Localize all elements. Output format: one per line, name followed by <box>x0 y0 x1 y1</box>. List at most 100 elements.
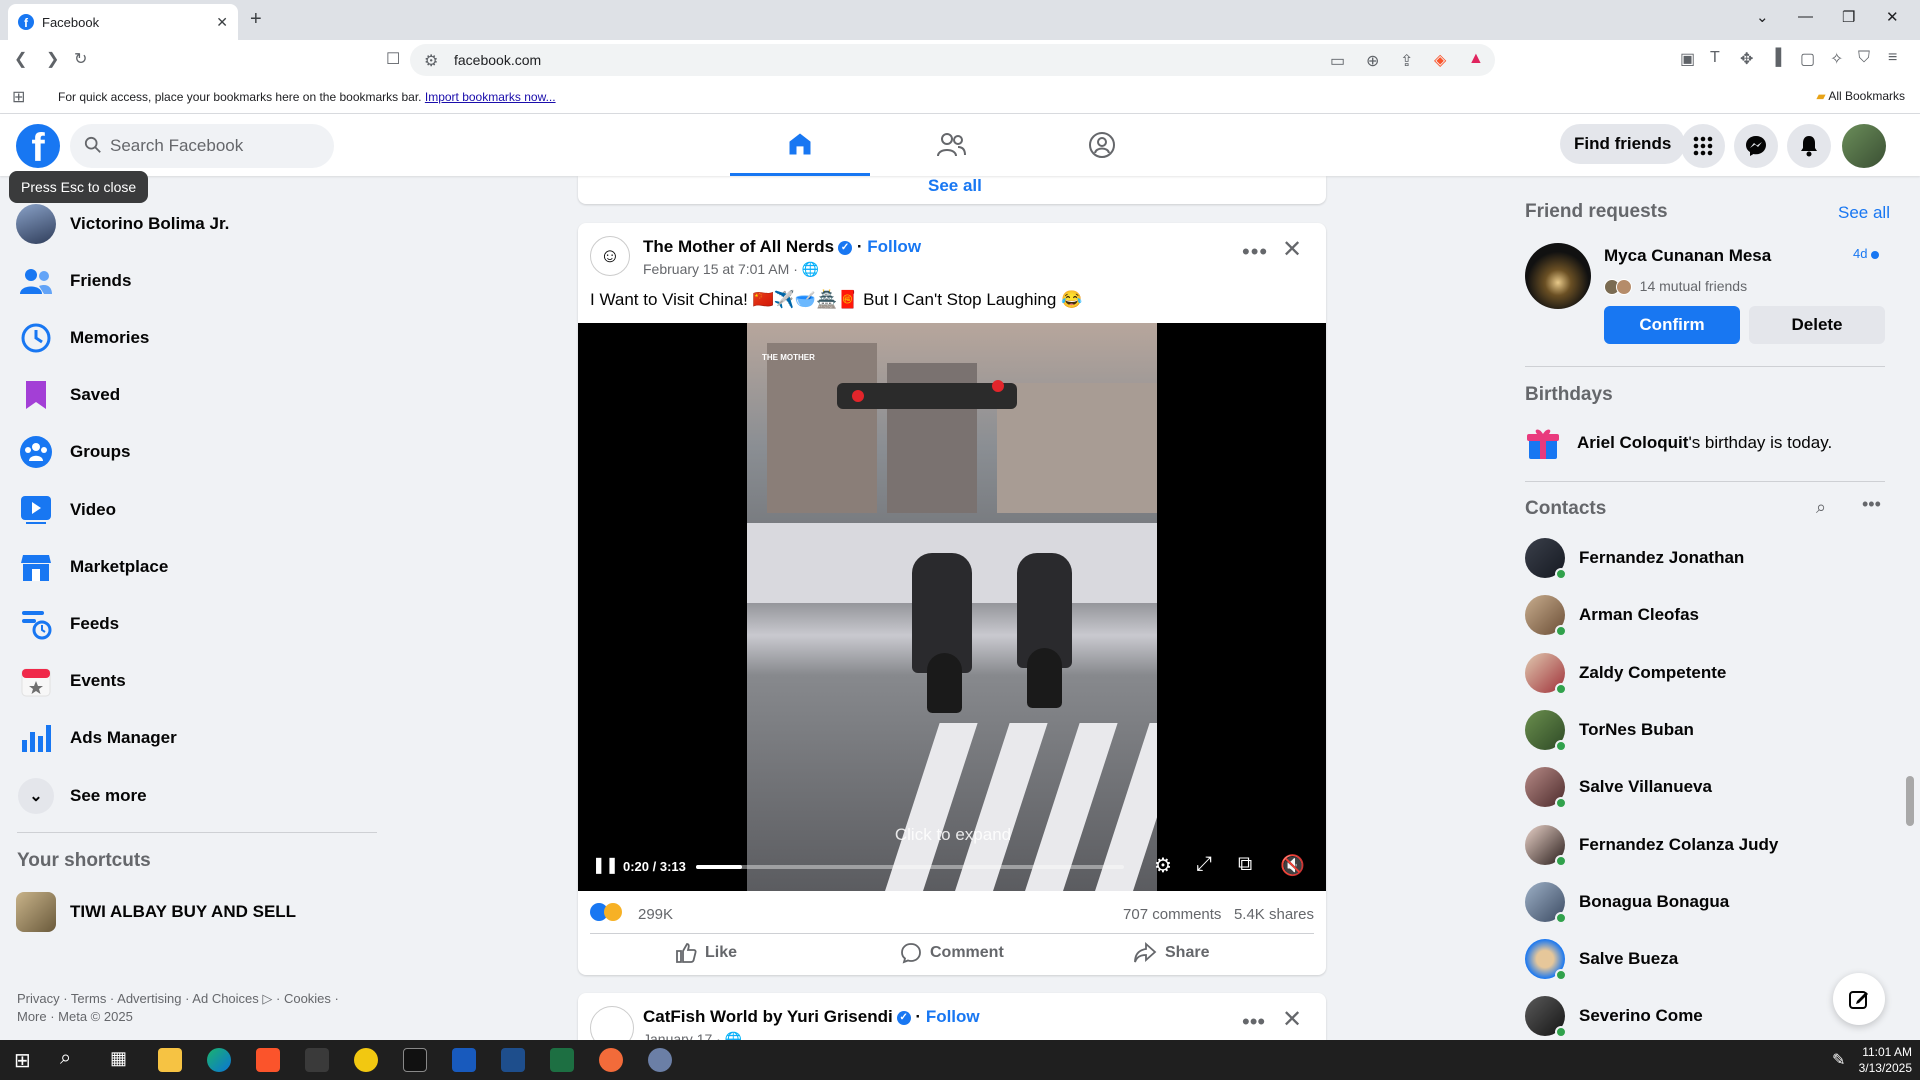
wallet-icon[interactable]: ▢ <box>1800 49 1815 69</box>
apps-grid-icon[interactable]: ⊞ <box>12 87 25 107</box>
capcut-icon[interactable] <box>305 1048 329 1072</box>
restore-icon[interactable]: ❐ <box>1842 8 1855 26</box>
haha-reaction-icon[interactable] <box>604 903 622 922</box>
page-scrollbar[interactable] <box>1906 776 1914 826</box>
all-bookmarks-button[interactable]: ▰ All Bookmarks <box>1816 89 1905 103</box>
cast-icon[interactable]: ▭ <box>1330 51 1345 71</box>
sidebar-item-memories[interactable]: Memories <box>16 314 149 362</box>
sidebar-item-profile[interactable]: Victorino Bolima Jr. <box>16 200 229 248</box>
bookmark-page-icon[interactable]: ☐ <box>386 49 400 69</box>
see-all-requests-link[interactable]: See all <box>1838 203 1890 223</box>
messenger-button[interactable] <box>1734 124 1778 168</box>
like-button[interactable]: Like <box>675 942 737 964</box>
close-window-icon[interactable]: ✕ <box>1886 8 1899 26</box>
notifications-button[interactable] <box>1787 124 1831 168</box>
video-player[interactable]: THE MOTHER Click to expand ❚❚ 0:20 / 3:1… <box>578 323 1326 891</box>
contact-item[interactable]: Arman Cleofas <box>1525 591 1699 639</box>
minimize-icon[interactable]: — <box>1798 8 1813 25</box>
pause-icon[interactable]: ❚❚ <box>592 855 619 875</box>
tab-search-icon[interactable]: ⌄ <box>1756 8 1769 26</box>
contact-item[interactable]: Severino Come <box>1525 992 1703 1040</box>
import-bookmarks-link[interactable]: Import bookmarks now... <box>425 90 556 104</box>
sidebar-item-video[interactable]: Video <box>16 486 116 534</box>
menu-icon[interactable]: ≡ <box>1888 49 1897 67</box>
contact-item[interactable]: Fernandez Jonathan <box>1525 534 1744 582</box>
footer-line-2[interactable]: More · Meta © 2025 <box>17 1008 377 1026</box>
system-clock[interactable]: 11:01 AM 3/13/2025 <box>1859 1044 1912 1076</box>
account-avatar[interactable] <box>1842 124 1886 168</box>
app-icon[interactable] <box>599 1048 623 1072</box>
birthday-name[interactable]: Ariel Coloquit <box>1577 433 1688 452</box>
post-hide-close-icon[interactable]: ✕ <box>1282 1005 1302 1034</box>
tab-home[interactable] <box>730 114 870 176</box>
app-icon[interactable] <box>354 1048 378 1072</box>
word-icon[interactable] <box>452 1048 476 1072</box>
shortcut-item[interactable]: TIWI ALBAY BUY AND SELL <box>16 888 296 936</box>
new-message-button[interactable] <box>1833 973 1885 1025</box>
brave-rewards-icon[interactable]: ▲ <box>1468 50 1484 68</box>
contact-item[interactable]: Bonagua Bonagua <box>1525 878 1729 926</box>
comments-count[interactable]: 707 comments <box>1123 906 1221 923</box>
post-more-options-icon[interactable]: ••• <box>1242 1009 1265 1035</box>
shares-count[interactable]: 5.4K shares <box>1234 906 1314 923</box>
footer-line-1[interactable]: Privacy · Terms · Advertising · Ad Choic… <box>17 990 377 1008</box>
vpn-icon[interactable]: ⛉ <box>1858 49 1870 67</box>
capcut-app-icon[interactable] <box>403 1048 427 1072</box>
video-frame[interactable]: THE MOTHER <box>747 323 1157 891</box>
sidebar-item-groups[interactable]: Groups <box>16 428 130 476</box>
contact-item[interactable]: Fernandez Colanza Judy <box>1525 821 1778 869</box>
forward-icon[interactable]: ❯ <box>46 49 59 69</box>
mute-icon[interactable]: 🔇 <box>1280 853 1305 878</box>
facebook-logo-icon[interactable]: f <box>16 124 60 168</box>
contact-item[interactable]: Salve Bueza <box>1525 935 1678 983</box>
follow-button[interactable]: Follow <box>867 237 921 256</box>
file-explorer-icon[interactable] <box>158 1048 182 1072</box>
sidebar-item-marketplace[interactable]: Marketplace <box>16 543 168 591</box>
brave-shields-icon[interactable]: ◈ <box>1434 50 1446 70</box>
contact-item[interactable]: Salve Villanueva <box>1525 763 1712 811</box>
reaction-count[interactable]: 299K <box>638 906 673 923</box>
tab-groups[interactable] <box>1032 114 1172 176</box>
comment-button[interactable]: Comment <box>900 942 1004 964</box>
contacts-more-options-icon[interactable]: ••• <box>1862 494 1881 515</box>
tab-close-icon[interactable]: ✕ <box>216 14 228 31</box>
click-to-expand-hint[interactable]: Click to expand <box>818 825 1088 845</box>
back-icon[interactable]: ❮ <box>14 49 27 69</box>
tab-friends[interactable] <box>881 114 1021 176</box>
menu-button[interactable] <box>1681 124 1725 168</box>
sidebar-item-ads-manager[interactable]: Ads Manager <box>16 714 177 762</box>
video-progress-bar[interactable] <box>696 865 1124 869</box>
follow-button[interactable]: Follow <box>926 1007 980 1026</box>
translate-icon[interactable]: T <box>1710 49 1720 67</box>
sidebar-item-feeds[interactable]: Feeds <box>16 600 119 648</box>
windows-start-icon[interactable]: ⊞ <box>14 1048 31 1073</box>
dev-app-icon[interactable] <box>501 1048 525 1072</box>
brave-browser-icon[interactable] <box>256 1048 280 1072</box>
zoom-icon[interactable]: ⊕ <box>1366 51 1379 71</box>
share-button[interactable]: Share <box>1133 942 1209 964</box>
extensions-puzzle-icon[interactable]: ✥ <box>1740 49 1753 69</box>
reload-icon[interactable]: ↻ <box>74 49 87 69</box>
find-friends-button[interactable]: Find friends <box>1560 124 1686 164</box>
sidebar-item-events[interactable]: Events <box>16 657 126 705</box>
address-bar[interactable]: ⚙ facebook.com ▭ ⊕ ⇪ ◈ ▲ <box>410 44 1495 76</box>
birthday-item[interactable]: Ariel Coloquit's birthday is today. <box>1525 425 1832 461</box>
see-more-button[interactable]: ⌄ See more <box>16 772 147 820</box>
task-view-icon[interactable]: ▦ <box>110 1048 127 1069</box>
friend-request-avatar[interactable] <box>1525 243 1591 309</box>
post-author-name[interactable]: CatFish World by Yuri Grisendi <box>643 1007 893 1026</box>
contact-item[interactable]: Zaldy Competente <box>1525 649 1726 697</box>
contacts-search-icon[interactable]: ⌕ <box>1816 497 1826 518</box>
sidebar-item-saved[interactable]: Saved <box>16 371 120 419</box>
pen-icon[interactable]: ✎ <box>1832 1050 1845 1070</box>
post-more-options-icon[interactable]: ••• <box>1242 239 1268 265</box>
confirm-request-button[interactable]: Confirm <box>1604 306 1740 344</box>
browser-tab-facebook[interactable]: f Facebook ✕ <box>8 4 238 40</box>
contact-item[interactable]: TorNes Buban <box>1525 706 1694 754</box>
excel-icon[interactable] <box>550 1048 574 1072</box>
extension-icon[interactable]: ▣ <box>1680 49 1695 69</box>
site-settings-icon[interactable]: ⚙ <box>424 51 438 71</box>
delete-request-button[interactable]: Delete <box>1749 306 1885 344</box>
settings-gear-icon[interactable]: ⚙ <box>1154 853 1172 878</box>
post-hide-close-icon[interactable]: ✕ <box>1282 235 1302 264</box>
